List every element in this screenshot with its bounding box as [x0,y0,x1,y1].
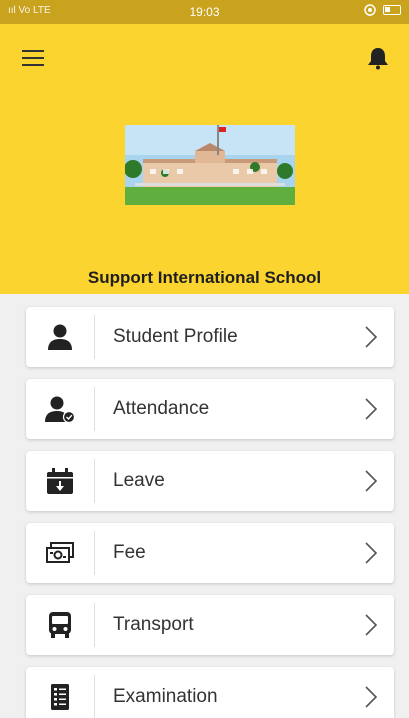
battery-icon [383,5,401,15]
hamburger-line [22,57,44,59]
status-icons [363,3,401,17]
chevron-right-icon [365,542,378,564]
menu-list: Student Profile Attendance Leave Fee Tra… [26,307,394,718]
chevron-right-icon [365,326,378,348]
menu-item-fee[interactable]: Fee [26,523,394,583]
attendance-icon [44,395,76,423]
divider [94,387,95,431]
menu-item-label: Attendance [113,398,210,419]
menu-item-label: Examination [113,686,218,707]
calendar-icon [44,467,76,495]
student-icon [44,323,76,351]
menu-item-examination[interactable]: Examination [26,667,394,718]
money-icon [44,539,76,567]
menu-item-label: Student Profile [113,326,238,347]
chevron-right-icon [365,398,378,420]
chevron-right-icon [365,470,378,492]
divider [94,675,95,718]
menu-item-student-profile[interactable]: Student Profile [26,307,394,367]
hamburger-line [22,64,44,66]
divider [94,531,95,575]
menu-item-label: Transport [113,614,194,635]
notification-bell-icon[interactable] [367,46,389,70]
divider [94,603,95,647]
status-bar: ııl Vo LTE 19:03 [0,0,409,24]
menu-item-transport[interactable]: Transport [26,595,394,655]
school-building-photo [125,125,295,205]
menu-item-attendance[interactable]: Attendance [26,379,394,439]
status-time: 19:03 [189,5,220,19]
sync-icon [364,4,376,16]
divider [94,315,95,359]
exam-icon [44,683,76,711]
app-header: Support International School [0,24,409,294]
bus-icon [44,611,76,639]
menu-item-label: Leave [113,470,165,491]
menu-item-label: Fee [113,542,146,563]
hamburger-menu-button[interactable] [22,50,48,70]
divider [94,459,95,503]
chevron-right-icon [365,614,378,636]
hamburger-line [22,50,44,52]
chevron-right-icon [365,686,378,708]
menu-item-leave[interactable]: Leave [26,451,394,511]
school-name: Support International School [87,268,322,287]
